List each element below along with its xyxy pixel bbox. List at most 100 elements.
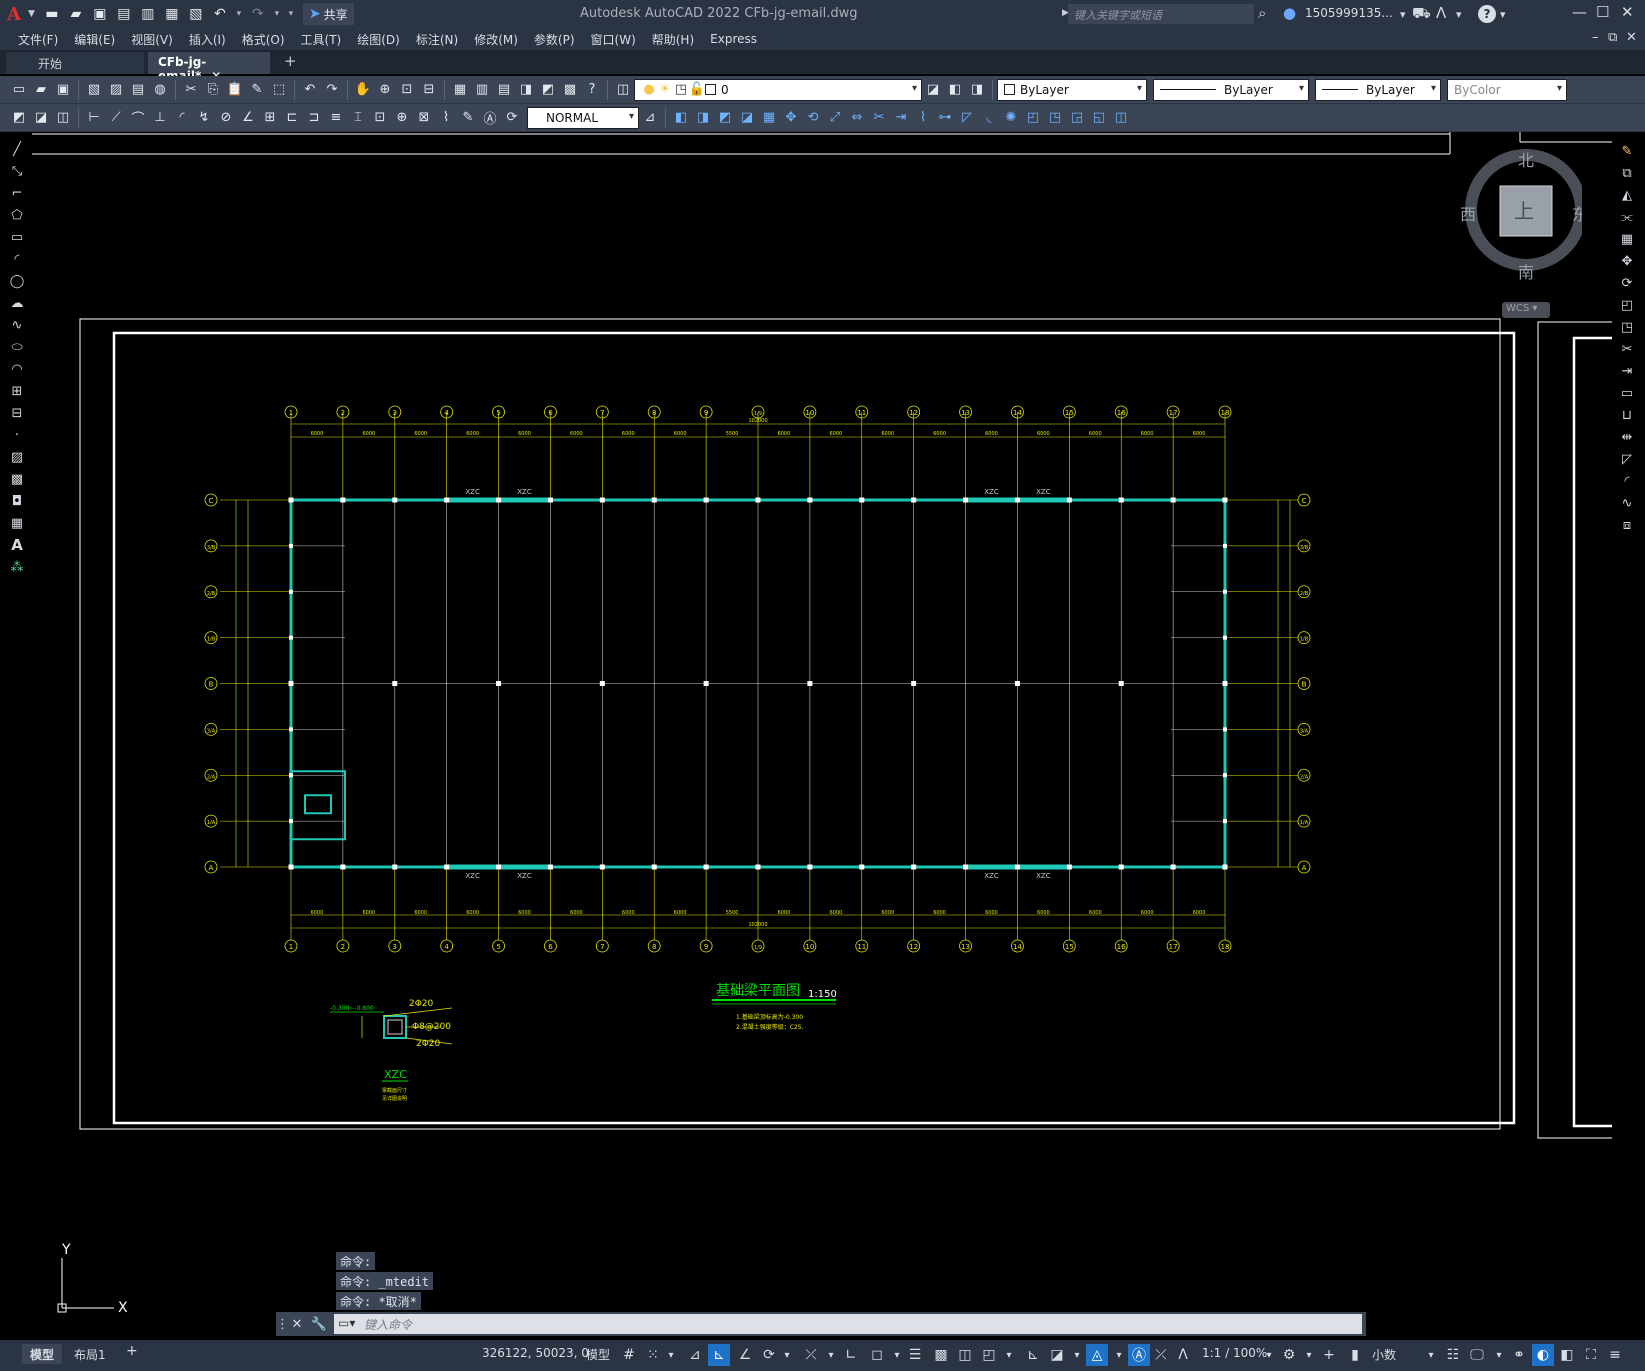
redo-dropdown-icon[interactable]: ▾ xyxy=(271,3,283,25)
ellipse-icon[interactable]: ⬭ xyxy=(6,336,28,358)
trim-icon[interactable]: ✂ xyxy=(1616,338,1638,360)
annotation-visibility-icon[interactable]: ◬ xyxy=(1086,1344,1108,1366)
explode-icon[interactable]: ⧈ xyxy=(1616,514,1638,536)
units-dropdown-icon[interactable]: ▾ xyxy=(1420,1344,1442,1366)
customization-menu-icon[interactable]: ≡ xyxy=(1604,1344,1626,1366)
workspace-dropdown-icon[interactable]: ▾ xyxy=(1298,1344,1320,1366)
minimize-icon[interactable]: — xyxy=(1572,3,1587,21)
match-properties-icon[interactable]: ✎ xyxy=(246,79,268,101)
add-layout-icon[interactable]: + xyxy=(118,1341,146,1361)
design-center-icon[interactable]: ▥ xyxy=(471,79,493,101)
compass-south[interactable]: 南 xyxy=(1518,263,1534,282)
gizmo-dropdown-icon[interactable]: ▾ xyxy=(1066,1344,1088,1366)
search-input[interactable]: 键入关键字或短语 xyxy=(1068,4,1254,24)
isodraft-dropdown-icon[interactable]: ▾ xyxy=(776,1344,798,1366)
block-editor-icon[interactable]: ⬚ xyxy=(268,79,290,101)
break-icon[interactable]: ⌇ xyxy=(912,107,934,129)
units-icon[interactable]: ▮ xyxy=(1344,1344,1366,1366)
annotation-visibility-dropdown-icon[interactable]: ▾ xyxy=(1108,1344,1130,1366)
draworder-under-icon[interactable]: ◱ xyxy=(1088,107,1110,129)
copy-icon[interactable]: ⎘ xyxy=(202,79,224,101)
dimstyle-manager-icon[interactable]: ⊿ xyxy=(639,107,661,129)
3d-osnap-icon[interactable]: ◫ xyxy=(954,1344,976,1366)
add-selected-icon[interactable]: ⁂ xyxy=(6,556,28,578)
rectangle-icon[interactable]: ▭ xyxy=(6,226,28,248)
chamfer-icon[interactable]: ◸ xyxy=(956,107,978,129)
transparency-icon[interactable]: ☰ xyxy=(904,1344,926,1366)
help-dropdown-icon[interactable]: ▾ xyxy=(1500,8,1506,21)
draworder-above-icon[interactable]: ◲ xyxy=(1066,107,1088,129)
publish-icon[interactable]: ▤ xyxy=(127,79,149,101)
mirror-icon[interactable]: ◭ xyxy=(1616,184,1638,206)
auto-scale-icon[interactable]: Ⓐ xyxy=(1128,1344,1150,1366)
tab-start[interactable]: 开始 xyxy=(6,52,144,74)
command-customize-icon[interactable]: 🔧 xyxy=(308,1317,330,1332)
region-icon[interactable]: ◘ xyxy=(6,490,28,512)
sheet-set-icon[interactable]: ◨ xyxy=(515,79,537,101)
coordinates-readout[interactable]: 326122, 50023, 0 xyxy=(482,1346,589,1360)
help-icon[interactable]: ? xyxy=(1478,5,1496,23)
user-account[interactable]: 1505999135... xyxy=(1305,6,1393,20)
dim-space-icon[interactable]: ≡ xyxy=(325,107,347,129)
scale-icon[interactable]: ⤢ xyxy=(824,107,846,129)
compass-west[interactable]: 西 xyxy=(1460,205,1476,224)
ellipse-arc-icon[interactable]: ◠ xyxy=(6,358,28,380)
paste-icon[interactable]: 📋 xyxy=(224,79,246,101)
menu-help[interactable]: 帮助(H) xyxy=(644,31,702,48)
app-menu-caret-icon[interactable]: ▼ xyxy=(28,9,35,19)
object-snap-tracking-icon[interactable]: ⤫ xyxy=(800,1344,822,1366)
osnap-tracking-dropdown-icon[interactable]: ▾ xyxy=(820,1344,842,1366)
scale-icon[interactable]: ◰ xyxy=(1616,294,1638,316)
layer-change-icon[interactable]: ◪ xyxy=(30,107,52,129)
make-current-layer-icon[interactable]: ◪ xyxy=(922,79,944,101)
layer-properties-icon[interactable]: ◫ xyxy=(612,79,634,101)
menu-tools[interactable]: 工具(T) xyxy=(293,31,350,48)
annotation-scale-dropdown-icon[interactable]: ▾ xyxy=(1258,1344,1280,1366)
command-input[interactable]: ▭▾ 键入命令 xyxy=(334,1314,1362,1334)
polygon-icon[interactable]: ⬠ xyxy=(6,204,28,226)
dynamic-ucs-icon[interactable]: ◰ xyxy=(978,1344,1000,1366)
publish-icon[interactable]: ▥ xyxy=(137,3,159,25)
menu-modify[interactable]: 修改(M) xyxy=(466,31,526,48)
polar-tracking-icon[interactable]: ∠ xyxy=(734,1344,756,1366)
autodesk-a360-icon[interactable]: Ʌ xyxy=(1436,4,1446,22)
help-icon[interactable]: ? xyxy=(581,79,603,101)
dim-edit-icon[interactable]: ✎ xyxy=(457,107,479,129)
arc-icon[interactable]: ◜ xyxy=(6,248,28,270)
make-block-icon[interactable]: ⊟ xyxy=(6,402,28,424)
quick-dim-icon[interactable]: ⊞ xyxy=(259,107,281,129)
lineweight-display-icon[interactable]: ◻ xyxy=(866,1344,888,1366)
dim-aligned-icon[interactable]: ⟋ xyxy=(105,107,127,129)
layer-isolate-icon[interactable]: ◫ xyxy=(52,107,74,129)
dynamic-ucs-dropdown-icon[interactable]: ▾ xyxy=(998,1344,1020,1366)
rotate-icon[interactable]: ⟲ xyxy=(802,107,824,129)
array-icon[interactable]: ▦ xyxy=(758,107,780,129)
break-at-point-icon[interactable]: ▭ xyxy=(1616,382,1638,404)
share-button[interactable]: ➤ 共享 xyxy=(302,3,354,25)
command-close-icon[interactable]: ✕ xyxy=(286,1317,308,1332)
dim-diameter-icon[interactable]: ⊘ xyxy=(215,107,237,129)
search-icon[interactable]: ⌕ xyxy=(1258,4,1266,22)
menu-parametric[interactable]: 参数(P) xyxy=(526,31,583,48)
hardware-acceleration-icon[interactable]: ◐ xyxy=(1532,1344,1554,1366)
tolerance-icon[interactable]: ⊡ xyxy=(369,107,391,129)
construction-line-icon[interactable]: ⤡ xyxy=(6,160,28,182)
open-icon[interactable]: ▰ xyxy=(30,79,52,101)
dim-angular-icon[interactable]: ∠ xyxy=(237,107,259,129)
user-icon[interactable]: ● xyxy=(1283,4,1296,22)
plot-preview-icon[interactable]: ▨ xyxy=(105,79,127,101)
undo-icon[interactable]: ↶ xyxy=(299,79,321,101)
command-prompt-icon[interactable]: ▭▾ xyxy=(338,1316,355,1330)
center-mark-icon[interactable]: ⊕ xyxy=(391,107,413,129)
rotate-icon[interactable]: ⟳ xyxy=(1616,272,1638,294)
extend-icon[interactable]: ⇥ xyxy=(1616,360,1638,382)
menu-window[interactable]: 窗口(W) xyxy=(583,31,644,48)
color-combo[interactable]: ByLayer ▾ xyxy=(997,78,1147,101)
copy-object-icon[interactable]: ◨ xyxy=(692,107,714,129)
layout-tab-model[interactable]: 模型 xyxy=(22,1344,63,1364)
markup-icon[interactable]: ◩ xyxy=(537,79,559,101)
command-grip-icon[interactable]: ⋮ xyxy=(276,1317,289,1332)
fullscreen-icon[interactable]: ⛶ xyxy=(1580,1344,1602,1366)
new-tab-icon[interactable]: + xyxy=(284,52,297,70)
layer-previous-icon[interactable]: ◧ xyxy=(944,79,966,101)
